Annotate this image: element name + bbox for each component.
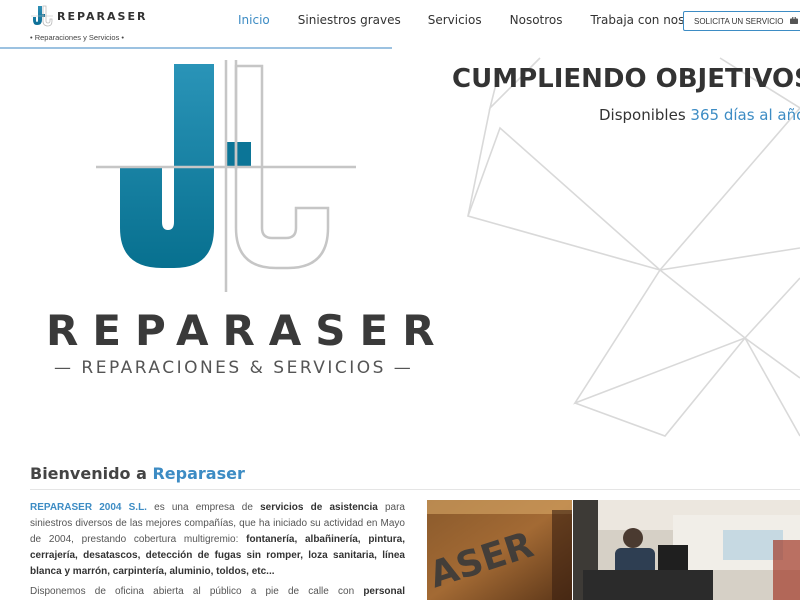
briefcase-icon xyxy=(789,16,798,26)
logo-name: REPARASER xyxy=(57,10,148,23)
request-service-button[interactable]: SOLICITA UN SERVICIO xyxy=(683,11,800,31)
hero-banner: REPARASER — REPARACIONES & SERVICIOS — C… xyxy=(0,48,800,438)
hero-title: CUMPLIENDO OBJETIVOS xyxy=(452,64,800,94)
hero-brand-tagline: — REPARACIONES & SERVICIOS — xyxy=(54,358,414,378)
hero-subtitle-accent: 365 días al año xyxy=(690,106,800,124)
welcome-paragraph-1: REPARASER 2004 S.L. es una empresa de se… xyxy=(30,500,405,580)
p2-text-1: Disponemos de oficina abierta al público… xyxy=(30,586,364,597)
welcome-title-accent: Reparaser xyxy=(152,464,245,483)
company-name: REPARASER 2004 S.L. xyxy=(30,502,147,513)
office-sign-photo: ASER xyxy=(427,500,572,600)
welcome-paragraph-2: Disponemos de oficina abierta al público… xyxy=(30,584,405,600)
section-divider xyxy=(30,489,800,490)
hero-subtitle-prefix: Disponibles xyxy=(599,106,686,124)
logo-tagline: • Reparaciones y Servicios • xyxy=(30,33,125,42)
office-interior-photo xyxy=(573,500,800,600)
nav-item-nosotros[interactable]: Nosotros xyxy=(510,13,563,31)
site-logo[interactable]: REPARASER • Reparaciones y Servicios • xyxy=(30,5,145,42)
hero-subtitle: Disponibles 365 días al año xyxy=(599,106,800,124)
nav-item-servicios[interactable]: Servicios xyxy=(428,13,482,31)
p1-bold-1: servicios de asistencia xyxy=(260,502,378,513)
header-underline xyxy=(0,47,392,49)
site-header: REPARASER • Reparaciones y Servicios • I… xyxy=(0,0,800,48)
nav-item-siniestros-graves[interactable]: Siniestros graves xyxy=(298,13,401,31)
hero-brand-word: REPARASER xyxy=(46,306,449,355)
main-nav: Inicio Siniestros graves Servicios Nosot… xyxy=(238,13,743,31)
nav-item-inicio[interactable]: Inicio xyxy=(238,13,270,31)
request-service-label: SOLICITA UN SERVICIO xyxy=(694,16,784,26)
logo-mark-icon xyxy=(31,5,53,27)
welcome-title-prefix: Bienvenido a xyxy=(30,464,147,483)
p1-text-1: es una empresa de xyxy=(146,502,261,513)
reparaser-big-logo-icon xyxy=(96,60,356,292)
welcome-title: Bienvenido a Reparaser xyxy=(30,464,245,483)
